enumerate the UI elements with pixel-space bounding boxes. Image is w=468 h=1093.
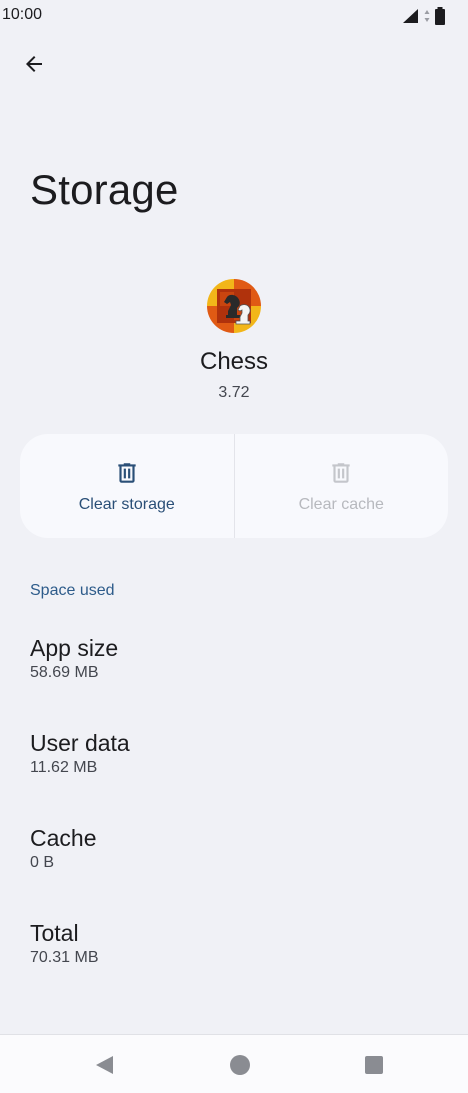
circle-home-icon [230, 1055, 250, 1075]
info-title: User data [30, 730, 130, 756]
info-value: 70.31 MB [30, 949, 99, 966]
status-time: 10:00 [2, 6, 43, 23]
info-title: Total [30, 920, 79, 946]
triangle-back-icon [96, 1056, 113, 1074]
clear-cache-label: Clear cache [298, 496, 384, 513]
nav-home-button[interactable] [228, 1053, 252, 1077]
info-title: Cache [30, 825, 97, 851]
user-data-item: User data 11.62 MB [30, 729, 430, 777]
app-icon [206, 278, 262, 334]
nav-recents-button[interactable] [362, 1053, 386, 1077]
trash-icon [118, 463, 136, 483]
app-version: 3.72 [218, 384, 250, 401]
data-arrows-icon [424, 10, 430, 22]
info-value: 58.69 MB [30, 664, 99, 681]
square-recents-icon [365, 1056, 383, 1074]
info-title: App size [30, 635, 119, 661]
total-item: Total 70.31 MB [30, 919, 430, 967]
app-name: Chess [199, 348, 269, 375]
info-value: 11.62 MB [30, 759, 98, 776]
clear-storage-label: Clear storage [78, 496, 175, 513]
back-button[interactable] [14, 44, 54, 84]
signal-icon [403, 9, 418, 23]
cache-item: Cache 0 B [30, 824, 430, 872]
app-size-item: App size 58.69 MB [30, 634, 430, 682]
page-title: Storage [30, 166, 179, 213]
trash-icon [332, 463, 350, 483]
space-used-header: Space used [30, 582, 115, 599]
info-value: 0 B [30, 854, 55, 871]
nav-back-button[interactable] [92, 1053, 116, 1077]
status-bar: 10:00 [0, 0, 468, 32]
status-icons [402, 7, 446, 25]
storage-actions-card: Clear storage Clear cache [20, 434, 448, 538]
clear-cache-button[interactable]: Clear cache [233, 434, 449, 538]
system-navigation-bar [0, 1034, 468, 1093]
arrow-back-icon [26, 56, 42, 72]
battery-icon [435, 7, 445, 25]
clear-storage-button[interactable]: Clear storage [20, 434, 234, 538]
